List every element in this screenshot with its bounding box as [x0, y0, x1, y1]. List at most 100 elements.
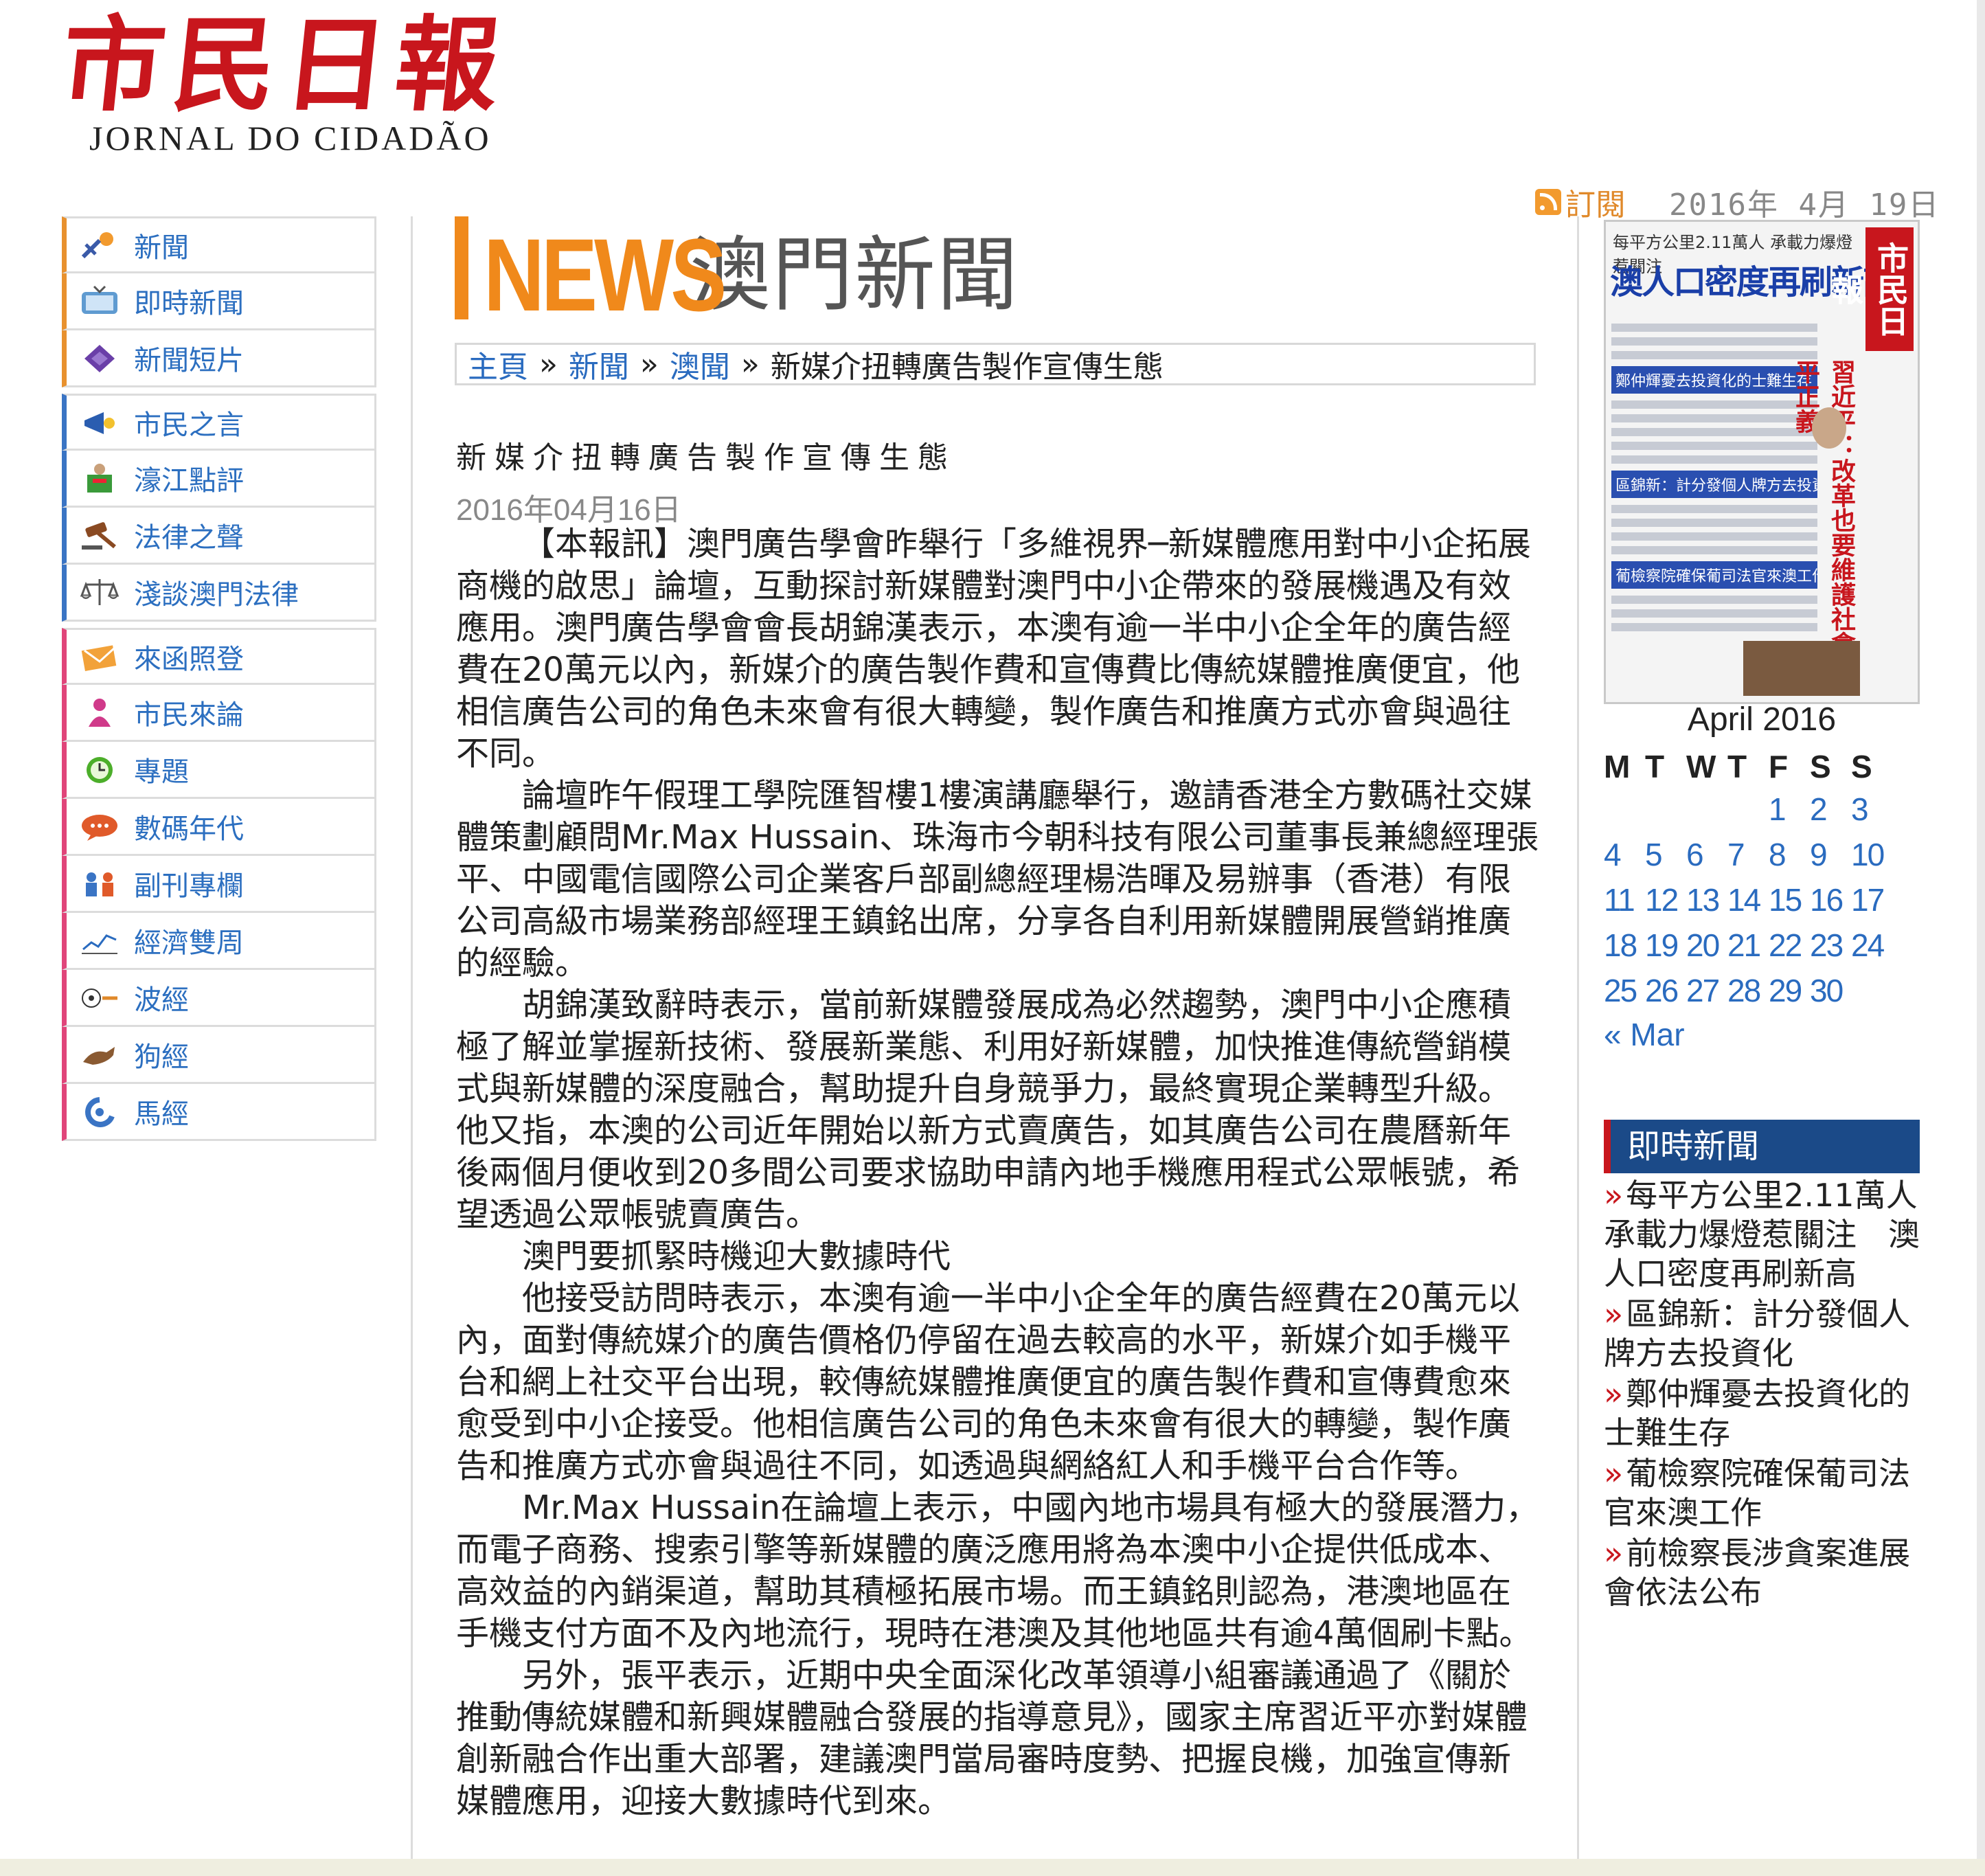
- sidebar-item-letters[interactable]: 來函照登: [62, 628, 376, 685]
- front-page-thumbnail[interactable]: 每平方公里2.11萬人 承載力爆燈惹關注 澳人口密度再刷新高 市民日報 鄭仲輝憂…: [1604, 220, 1920, 704]
- rss-icon: [1535, 189, 1561, 215]
- calendar-day[interactable]: 17: [1851, 879, 1892, 921]
- thumbnail-photo: [1743, 641, 1860, 696]
- article-body: 【本報訊】澳門廣告學會昨舉行「多維視界─新媒體應用對中小企拓展商機的啟思」論壇，…: [456, 523, 1541, 1822]
- calendar-day[interactable]: 15: [1769, 879, 1810, 921]
- sidebar-item-label: 新聞短片: [134, 345, 244, 376]
- site-logo[interactable]: 市民日報 JORNAL DO CIDADÃO: [56, 5, 514, 158]
- calendar-day[interactable]: 24: [1851, 924, 1892, 967]
- breadcrumb-home[interactable]: 主頁: [468, 342, 528, 386]
- sidebar-item-label: 濠江點評: [134, 465, 244, 497]
- breadcrumb-macau[interactable]: 澳聞: [670, 342, 730, 386]
- sidebar-item-label: 專題: [134, 756, 189, 788]
- calendar-day[interactable]: 11: [1604, 879, 1645, 921]
- calendar-day[interactable]: 10: [1851, 833, 1892, 876]
- calendar-day[interactable]: 3: [1851, 788, 1892, 830]
- sidebar-item-label: 市民之言: [134, 409, 244, 441]
- calendar: April 2016 M T W T F S S 1 2 3 4 5 6 7 8 9 10 11 12…: [1604, 701, 1920, 1053]
- envelope-icon: [78, 640, 122, 674]
- sidebar-item-economy[interactable]: 經濟雙周: [62, 913, 376, 970]
- calendar-day[interactable]: 28: [1727, 969, 1769, 1012]
- weekday: W: [1686, 749, 1716, 784]
- calendar-day[interactable]: 14: [1727, 879, 1769, 921]
- column-divider-left: [411, 216, 413, 1859]
- sidebar-item-digital-age[interactable]: 數碼年代: [62, 799, 376, 856]
- calendar-empty: [1851, 969, 1892, 1012]
- calendar-caption: April 2016: [1687, 701, 1837, 738]
- calendar-day[interactable]: 7: [1727, 833, 1769, 876]
- sidebar-item-horse-racing[interactable]: 馬經: [62, 1084, 376, 1141]
- sidebar-item-label: 市民來論: [134, 699, 244, 731]
- subscribe-link[interactable]: 訂閱: [1535, 180, 1626, 224]
- calendar-prev-month[interactable]: « Mar: [1604, 1016, 1920, 1053]
- calendar-day[interactable]: 25: [1604, 969, 1645, 1012]
- calendar-day[interactable]: 30: [1810, 969, 1851, 1012]
- list-item[interactable]: »每平方公里2.11萬人承載力爆燈惹關注 澳人口密度再刷新高: [1604, 1176, 1920, 1293]
- breadcrumb-separator: »: [539, 346, 558, 382]
- sidebar-item-macau-law[interactable]: 淺談澳門法律: [62, 565, 376, 622]
- logo-chinese: 市民日報: [55, 5, 514, 126]
- sidebar-item-label: 經濟雙周: [134, 927, 244, 959]
- gavel-icon: [78, 518, 122, 552]
- calendar-day[interactable]: 6: [1686, 833, 1727, 876]
- arrow-icon: »: [1604, 1375, 1624, 1412]
- calendar-day[interactable]: 8: [1769, 833, 1810, 876]
- calendar-day[interactable]: 9: [1810, 833, 1851, 876]
- current-date: 2016年 4月 19日: [1669, 188, 1940, 223]
- calendar-empty: [1727, 788, 1769, 830]
- calendar-day[interactable]: 2: [1810, 788, 1851, 830]
- scrollbar-track[interactable]: [1977, 0, 1985, 1859]
- breadcrumb-separator: »: [639, 346, 659, 382]
- sidebar-item-law-voice[interactable]: 法律之聲: [62, 508, 376, 565]
- article-subheading: 澳門要抓緊時機迎大數據時代: [522, 1237, 951, 1276]
- calendar-day[interactable]: 4: [1604, 833, 1645, 876]
- list-item[interactable]: »鄭仲輝憂去投資化的士難生存: [1604, 1375, 1920, 1453]
- thumbnail-blue-bar: 區錦新：計分發個人牌方去投資化: [1611, 471, 1817, 498]
- sidebar-item-dog-racing[interactable]: 狗經: [62, 1027, 376, 1084]
- chat-icon: [78, 809, 122, 844]
- sidebar-item-video[interactable]: 新聞短片: [62, 330, 376, 387]
- sidebar-item-football[interactable]: 波經: [62, 970, 376, 1027]
- sidebar-item-citizen-opinion[interactable]: 市民來論: [62, 685, 376, 742]
- calendar-empty: [1604, 788, 1645, 830]
- instant-news-header[interactable]: 即時新聞: [1604, 1120, 1920, 1173]
- list-item-text: 每平方公里2.11萬人承載力爆燈惹關注 澳人口密度再刷新高: [1604, 1177, 1920, 1292]
- calendar-day[interactable]: 26: [1645, 969, 1686, 1012]
- horse-icon: [78, 1094, 122, 1129]
- calendar-day[interactable]: 16: [1810, 879, 1851, 921]
- calendar-day[interactable]: 27: [1686, 969, 1727, 1012]
- breadcrumb-current: 新媒介扭轉廣告製作宣傳生態: [770, 350, 1164, 385]
- sidebar-item-features[interactable]: 專題: [62, 742, 376, 799]
- article-paragraph: 另外，張平表示，近期中央全面深化改革領導小組審議通過了《關於推動傳統媒體和新興媒…: [456, 1656, 1528, 1820]
- calendar-day[interactable]: 29: [1769, 969, 1810, 1012]
- calendar-day[interactable]: 20: [1686, 924, 1727, 967]
- calendar-day[interactable]: 21: [1727, 924, 1769, 967]
- chart-icon: [78, 923, 122, 958]
- sidebar-item-commentary[interactable]: 濠江點評: [62, 451, 376, 508]
- section-title-english: NEWS: [484, 217, 727, 332]
- calendar-day[interactable]: 13: [1686, 879, 1727, 921]
- calendar-day[interactable]: 19: [1645, 924, 1686, 967]
- weekday: F: [1769, 749, 1789, 784]
- list-item[interactable]: »前檢察長涉貪案進展會依法公布: [1604, 1534, 1920, 1612]
- weekday: T: [1645, 749, 1665, 784]
- sidebar-item-news[interactable]: 新聞: [62, 216, 376, 273]
- sidebar-item-citizen-voice[interactable]: 市民之言: [62, 394, 376, 451]
- calendar-day[interactable]: 1: [1769, 788, 1810, 830]
- sidebar-item-instant-news[interactable]: 即時新聞: [62, 273, 376, 330]
- sidebar-item-label: 即時新聞: [134, 288, 244, 319]
- sidebar-item-supplement[interactable]: 副刊專欄: [62, 856, 376, 913]
- weekday: S: [1810, 749, 1831, 784]
- breadcrumb-news[interactable]: 新聞: [569, 342, 629, 386]
- list-item[interactable]: »區錦新：計分發個人牌方去投資化: [1604, 1295, 1920, 1373]
- calendar-day[interactable]: 12: [1645, 879, 1686, 921]
- list-item-text: 葡檢察院確保葡司法官來澳工作: [1604, 1455, 1911, 1531]
- calendar-day[interactable]: 22: [1769, 924, 1810, 967]
- calendar-day[interactable]: 23: [1810, 924, 1851, 967]
- breadcrumb: 主頁 » 新聞 » 澳聞 » 新媒介扭轉廣告製作宣傳生態: [455, 343, 1536, 385]
- list-item[interactable]: »葡檢察院確保葡司法官來澳工作: [1604, 1454, 1920, 1533]
- arrow-icon: »: [1604, 1296, 1624, 1333]
- article-paragraph: 【本報訊】澳門廣告學會昨舉行「多維視界─新媒體應用對中小企拓展商機的啟思」論壇，…: [456, 525, 1531, 773]
- calendar-day[interactable]: 18: [1604, 924, 1645, 967]
- calendar-day[interactable]: 5: [1645, 833, 1686, 876]
